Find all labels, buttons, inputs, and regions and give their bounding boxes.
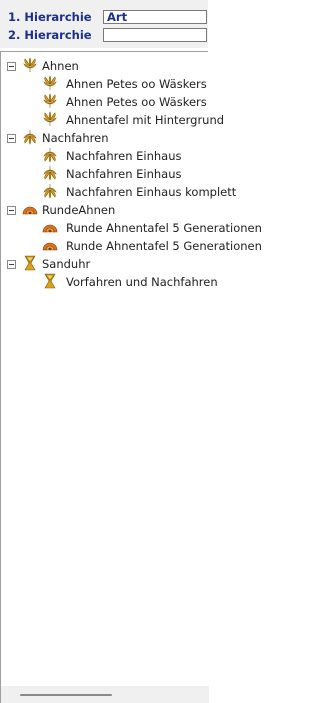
- ahnen-fan-icon: [42, 74, 62, 94]
- collapse-toggle-icon[interactable]: [7, 133, 16, 143]
- tree-item[interactable]: Ahnen Petes oo Wäskers: [42, 92, 207, 112]
- tree-item-label: Nachfahren Einhaus komplett: [66, 185, 237, 199]
- tree-item-label: Runde Ahnentafel 5 Generationen: [66, 239, 262, 253]
- tree-group-label: Nachfahren: [42, 131, 109, 145]
- nachfahren-fan-icon: [42, 147, 62, 166]
- tree-group-label: RundeAhnen: [42, 203, 116, 217]
- tree-item[interactable]: Ahnentafel mit Hintergrund: [42, 110, 225, 130]
- tree-item[interactable]: Nachfahren Einhaus: [42, 165, 182, 183]
- nachfahren-fan-icon: [42, 165, 62, 184]
- hierarchy-1-label: 1. Hierarchie: [8, 10, 92, 24]
- hierarchy-2-label: 2. Hierarchie: [8, 28, 92, 42]
- collapse-toggle-icon[interactable]: [7, 205, 16, 215]
- collapse-toggle-icon[interactable]: [7, 259, 16, 269]
- tree-item[interactable]: Nachfahren Einhaus komplett: [42, 183, 236, 201]
- tree-group-rundeahnen[interactable]: RundeAhnen: [7, 201, 115, 219]
- collapse-toggle-icon[interactable]: [7, 61, 16, 71]
- sanduhr-icon: [22, 255, 42, 274]
- tree-item[interactable]: Ahnen Petes oo Wäskers: [42, 74, 207, 94]
- tree-group-label: Sanduhr: [42, 257, 91, 271]
- nachfahren-fan-icon: [42, 183, 62, 202]
- tree-item[interactable]: Nachfahren Einhaus: [42, 147, 182, 165]
- tree-item[interactable]: Vorfahren und Nachfahren: [42, 273, 218, 291]
- tree-group-ahnen[interactable]: Ahnen: [7, 56, 79, 76]
- tree-item-label: Nachfahren Einhaus: [66, 167, 182, 181]
- tree-item-label: Nachfahren Einhaus: [66, 149, 182, 163]
- tree-group-label: Ahnen: [42, 59, 79, 73]
- tree-item-label: Ahnentafel mit Hintergrund: [66, 113, 225, 127]
- ahnen-fan-icon: [42, 92, 62, 112]
- runde-ahnen-icon: [42, 237, 62, 256]
- hierarchy-2-field[interactable]: [103, 28, 207, 42]
- tree-group-sanduhr[interactable]: Sanduhr: [7, 255, 90, 273]
- tree-item[interactable]: Runde Ahnentafel 5 Generationen: [42, 219, 262, 237]
- tree-item-label: Ahnen Petes oo Wäskers: [66, 77, 207, 91]
- ahnen-fan-icon: [22, 56, 42, 76]
- tree-item[interactable]: Runde Ahnentafel 5 Generationen: [42, 237, 262, 255]
- hierarchy-header: 1. Hierarchie Art 2. Hierarchie: [0, 0, 208, 48]
- tree-group-nachfahren[interactable]: Nachfahren: [7, 129, 108, 147]
- sanduhr-icon: [42, 273, 62, 292]
- scrollbar-thumb[interactable]: [20, 694, 112, 696]
- tree-panel[interactable]: Ahnen Ahnen Petes oo Wäskers Ahnen Petes o…: [0, 51, 262, 703]
- tree-item-label: Ahnen Petes oo Wäskers: [66, 95, 207, 109]
- nachfahren-fan-icon: [22, 129, 42, 148]
- tree-item-label: Runde Ahnentafel 5 Generationen: [66, 221, 262, 235]
- runde-ahnen-icon: [42, 219, 62, 238]
- tree-item-label: Vorfahren und Nachfahren: [66, 275, 218, 289]
- runde-ahnen-icon: [22, 201, 42, 220]
- ahnen-fan-icon: [42, 110, 62, 130]
- hierarchy-1-field[interactable]: Art: [103, 10, 207, 24]
- horizontal-scrollbar[interactable]: [1, 686, 209, 703]
